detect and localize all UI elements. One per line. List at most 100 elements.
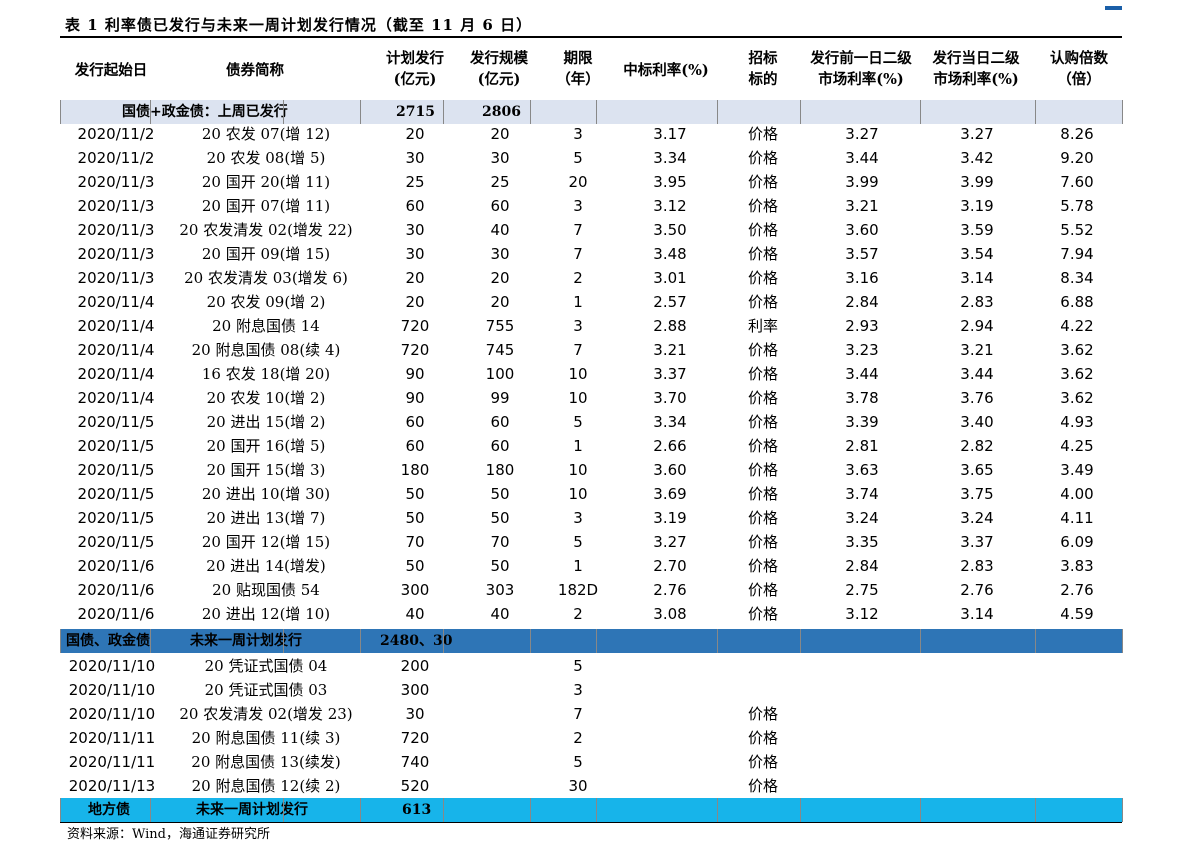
cell-start-date: 2020/11/5	[77, 461, 155, 479]
cell-bond-name: 20 附息国债 12(续 2)	[191, 777, 341, 795]
section-grid-line	[920, 629, 921, 653]
cell-same-day-rate: 2.94	[960, 317, 994, 335]
section-grid-line	[283, 798, 284, 822]
cell-issue-scale: 755	[485, 317, 515, 335]
cell-term: 7	[573, 221, 583, 239]
cell-bond-name: 20 凭证式国债 04	[204, 657, 328, 675]
cell-term: 7	[573, 705, 583, 723]
section-grid-line	[920, 798, 921, 822]
section-grid-line	[1122, 798, 1123, 822]
header-prev-day-rate: 发行前一日二级 市场利率(%)	[810, 50, 912, 88]
cell-bid-target: 价格	[747, 413, 778, 431]
cell-issue-scale: 20	[490, 293, 510, 311]
cell-bid-target: 价格	[747, 753, 778, 771]
cell-prev-day-rate: 3.60	[845, 221, 879, 239]
cell-subscription-multiple: 5.78	[1060, 197, 1094, 215]
cell-bid-target: 价格	[747, 221, 778, 239]
cell-winning-rate: 2.66	[653, 437, 687, 455]
cell-plan-amount: 50	[405, 485, 425, 503]
cell-prev-day-rate: 3.27	[845, 125, 879, 143]
section-grid-line	[443, 798, 444, 822]
cell-issue-scale: 303	[485, 581, 515, 599]
cell-start-date: 2020/11/3	[77, 269, 155, 287]
section-grid-line	[1122, 100, 1123, 124]
cell-bond-name: 20 进出 12(增 10)	[201, 605, 331, 623]
cell-bid-target: 价格	[747, 341, 778, 359]
cell-same-day-rate: 3.14	[960, 269, 994, 287]
cell-same-day-rate: 3.24	[960, 509, 994, 527]
cell-plan-amount: 300	[400, 581, 430, 599]
header-start-date: 发行起始日	[74, 62, 148, 79]
planned-row: 2020/11/10 20 农发清发 02(增发 23) 30 7 价格	[60, 702, 1122, 726]
cell-same-day-rate: 3.44	[960, 365, 994, 383]
cell-start-date: 2020/11/2	[77, 125, 155, 143]
cell-bid-target: 价格	[747, 729, 778, 747]
section-grid-line	[360, 798, 361, 822]
cell-bid-target: 价格	[747, 125, 778, 143]
cell-prev-day-rate: 3.78	[845, 389, 879, 407]
cell-term: 10	[568, 389, 588, 407]
cell-start-date: 2020/11/11	[68, 753, 156, 771]
cell-plan-amount: 40	[405, 605, 425, 623]
cell-prev-day-rate: 3.21	[845, 197, 879, 215]
cell-start-date: 2020/11/3	[77, 245, 155, 263]
cell-subscription-multiple: 8.34	[1060, 269, 1094, 287]
cell-winning-rate: 3.50	[653, 221, 687, 239]
cell-plan-amount: 30	[405, 245, 425, 263]
section-local-label-a: 地方债	[88, 802, 130, 818]
cell-plan-amount: 720	[400, 341, 430, 359]
cell-start-date: 2020/11/4	[77, 341, 155, 359]
section-grid-line	[800, 100, 801, 124]
cell-subscription-multiple: 5.52	[1060, 221, 1094, 239]
cell-winning-rate: 3.69	[653, 485, 687, 503]
cell-bond-name: 20 附息国债 14	[212, 317, 320, 335]
cell-subscription-multiple: 7.94	[1060, 245, 1094, 263]
cell-bid-target: 价格	[747, 509, 778, 527]
cell-term: 10	[568, 365, 588, 383]
cell-same-day-rate: 2.83	[960, 293, 994, 311]
cell-bid-target: 价格	[747, 533, 778, 551]
cell-issue-scale: 40	[490, 605, 510, 623]
cell-bond-name: 20 进出 14(增发)	[206, 557, 326, 575]
cell-plan-amount: 60	[405, 197, 425, 215]
cell-term: 182D	[557, 581, 599, 599]
cell-winning-rate: 3.12	[653, 197, 687, 215]
cell-start-date: 2020/11/3	[77, 197, 155, 215]
section-planned-label-b: 未来一周计划发行	[190, 633, 302, 649]
issued-row: 2020/11/5 20 进出 10(增 30) 50 50 10 3.69 价格 3.74 3…	[60, 482, 1122, 506]
cell-winning-rate: 3.01	[653, 269, 687, 287]
header-bond-name: 债券简称	[226, 62, 284, 79]
cell-winning-rate: 3.08	[653, 605, 687, 623]
cell-prev-day-rate: 3.74	[845, 485, 879, 503]
cell-subscription-multiple: 6.88	[1060, 293, 1094, 311]
issued-row: 2020/11/5 20 进出 15(增 2) 60 60 5 3.34 价格 3.39 3.4…	[60, 410, 1122, 434]
cell-issue-scale: 50	[490, 557, 510, 575]
cell-start-date: 2020/11/3	[77, 221, 155, 239]
issued-row: 2020/11/3 20 国开 20(增 11) 25 25 20 3.95 价格 3.99 3…	[60, 170, 1122, 194]
cell-term: 1	[573, 437, 583, 455]
issued-row: 2020/11/5 20 国开 12(增 15) 70 70 5 3.27 价格 3.35 3.…	[60, 530, 1122, 554]
section-grid-line	[60, 629, 61, 653]
section-planned-plan-total: 2480、30	[380, 633, 453, 649]
cell-start-date: 2020/11/6	[77, 557, 155, 575]
cell-bid-target: 价格	[747, 197, 778, 215]
cell-bond-name: 16 农发 18(增 20)	[201, 365, 331, 383]
cell-same-day-rate: 3.99	[960, 173, 994, 191]
cell-issue-scale: 99	[490, 389, 510, 407]
cell-same-day-rate: 2.83	[960, 557, 994, 575]
section-grid-line	[443, 629, 444, 653]
cell-start-date: 2020/11/11	[68, 729, 156, 747]
cell-bond-name: 20 国开 12(增 15)	[201, 533, 331, 551]
cell-issue-scale: 745	[485, 341, 515, 359]
cell-same-day-rate: 3.40	[960, 413, 994, 431]
cell-issue-scale: 180	[485, 461, 515, 479]
cell-prev-day-rate: 3.23	[845, 341, 879, 359]
cell-prev-day-rate: 3.63	[845, 461, 879, 479]
cell-term: 5	[573, 533, 583, 551]
cell-prev-day-rate: 3.44	[845, 149, 879, 167]
cell-subscription-multiple: 4.59	[1060, 605, 1094, 623]
cell-bond-name: 20 农发清发 03(增发 6)	[184, 269, 348, 287]
cell-subscription-multiple: 9.20	[1060, 149, 1094, 167]
cell-start-date: 2020/11/5	[77, 413, 155, 431]
cell-issue-scale: 25	[490, 173, 510, 191]
